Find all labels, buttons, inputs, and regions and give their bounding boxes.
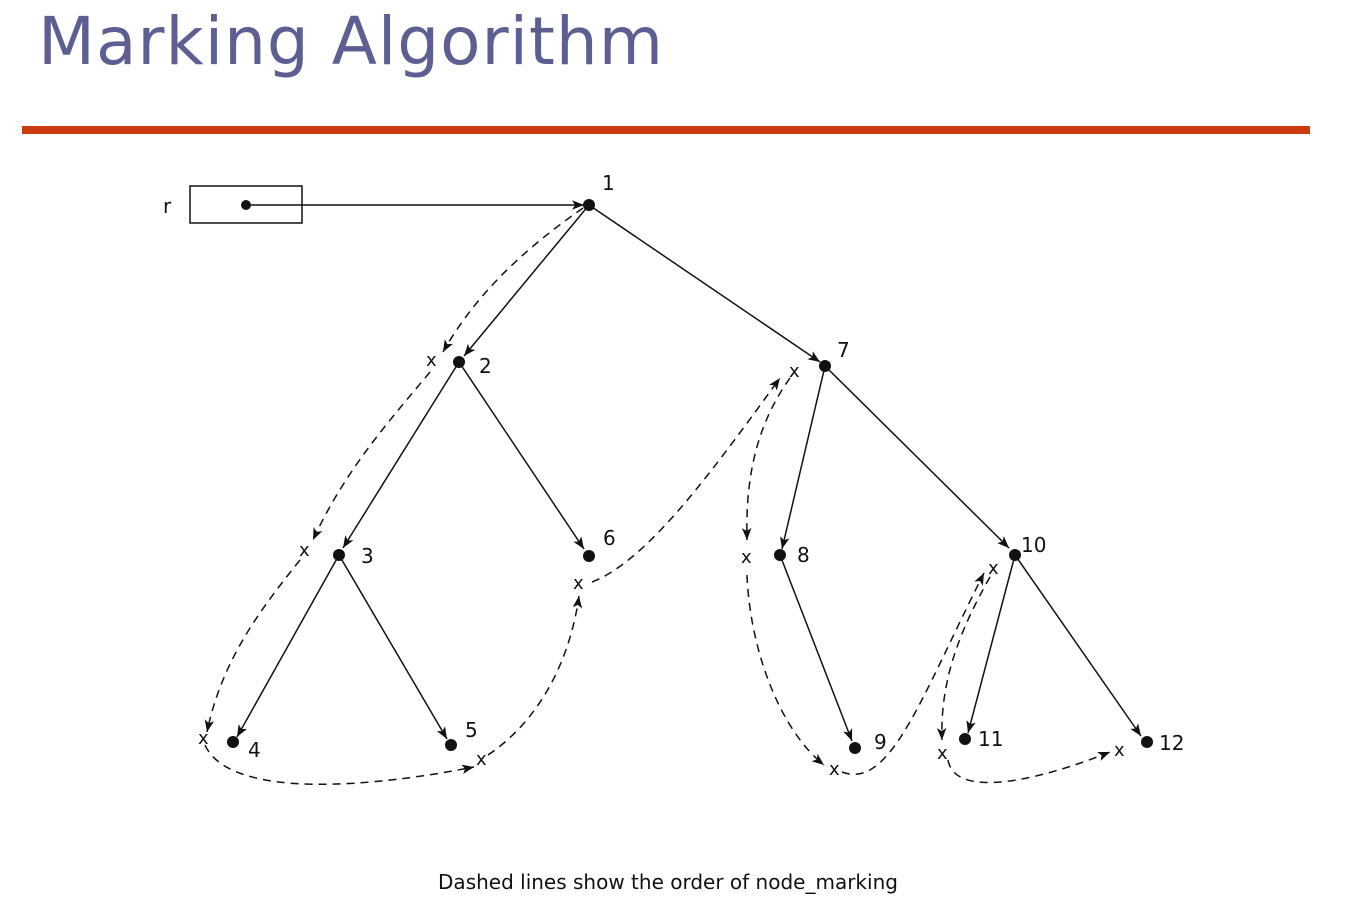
mark-x-12: x	[1114, 740, 1125, 761]
order-path-4-to-5	[204, 744, 475, 786]
mark-x-9: x	[829, 759, 840, 780]
node-label-1: 1	[602, 171, 615, 195]
node-2	[453, 356, 465, 368]
mark-points: x x x x x x x x x x x	[198, 350, 1125, 780]
node-label-10: 10	[1021, 533, 1046, 557]
node-label-11: 11	[978, 727, 1003, 751]
node-4	[227, 736, 239, 748]
node-label-4: 4	[248, 738, 261, 762]
node-5	[445, 739, 457, 751]
edge-3-5	[338, 554, 448, 740]
node-label-8: 8	[797, 543, 810, 567]
mark-x-2: x	[426, 350, 437, 371]
node-11	[959, 733, 971, 745]
node-7	[819, 360, 831, 372]
marking-tree-diagram: r 1 2 3 4 5 6 7 8 9 10 11 12 x x x x x x…	[163, 171, 1184, 786]
edge-10-12	[1014, 554, 1142, 737]
node-1	[583, 199, 595, 211]
mark-x-8: x	[741, 547, 752, 568]
edge-7-8	[780, 365, 826, 550]
mark-x-11: x	[937, 743, 948, 764]
order-path-8-to-9	[746, 574, 825, 766]
mark-x-10: x	[988, 558, 999, 579]
node-9	[849, 742, 861, 754]
order-path-10-to-11	[936, 576, 991, 741]
tree-nodes	[227, 199, 1153, 754]
node-label-9: 9	[874, 730, 887, 754]
node-label-3: 3	[361, 544, 374, 568]
diagram-caption: Dashed lines show the order of node_mark…	[438, 870, 898, 894]
mark-x-3: x	[299, 540, 310, 561]
node-8	[774, 549, 786, 561]
edge-2-3	[342, 361, 460, 549]
node-12	[1141, 736, 1153, 748]
order-path-5-to-6	[487, 595, 583, 756]
node-10	[1009, 549, 1021, 561]
node-label-2: 2	[479, 354, 492, 378]
order-path-2-to-3	[312, 371, 431, 541]
mark-x-5: x	[476, 749, 487, 770]
order-path-1-to-2	[442, 207, 584, 353]
edge-1-7	[588, 204, 821, 363]
edge-7-10	[824, 365, 1010, 549]
node-label-7: 7	[837, 338, 850, 362]
order-path-11-to-12	[947, 751, 1111, 784]
edge-8-9	[779, 554, 853, 742]
mark-x-6: x	[573, 573, 584, 594]
mark-x-7: x	[789, 361, 800, 382]
marking-order-paths	[204, 207, 1111, 786]
edge-1-2	[463, 204, 590, 357]
node-label-12: 12	[1159, 731, 1184, 755]
edge-10-11	[966, 554, 1016, 734]
node-label-6: 6	[603, 526, 616, 550]
tree-edges	[236, 204, 1142, 742]
node-3	[333, 549, 345, 561]
order-path-6-to-7	[591, 377, 781, 583]
node-label-5: 5	[465, 718, 478, 742]
edge-2-6	[458, 361, 585, 550]
root-pointer-label: r	[163, 194, 172, 218]
node-6	[583, 550, 595, 562]
edge-3-4	[236, 554, 340, 738]
mark-x-4: x	[198, 728, 209, 749]
order-path-7-to-8	[741, 377, 791, 541]
